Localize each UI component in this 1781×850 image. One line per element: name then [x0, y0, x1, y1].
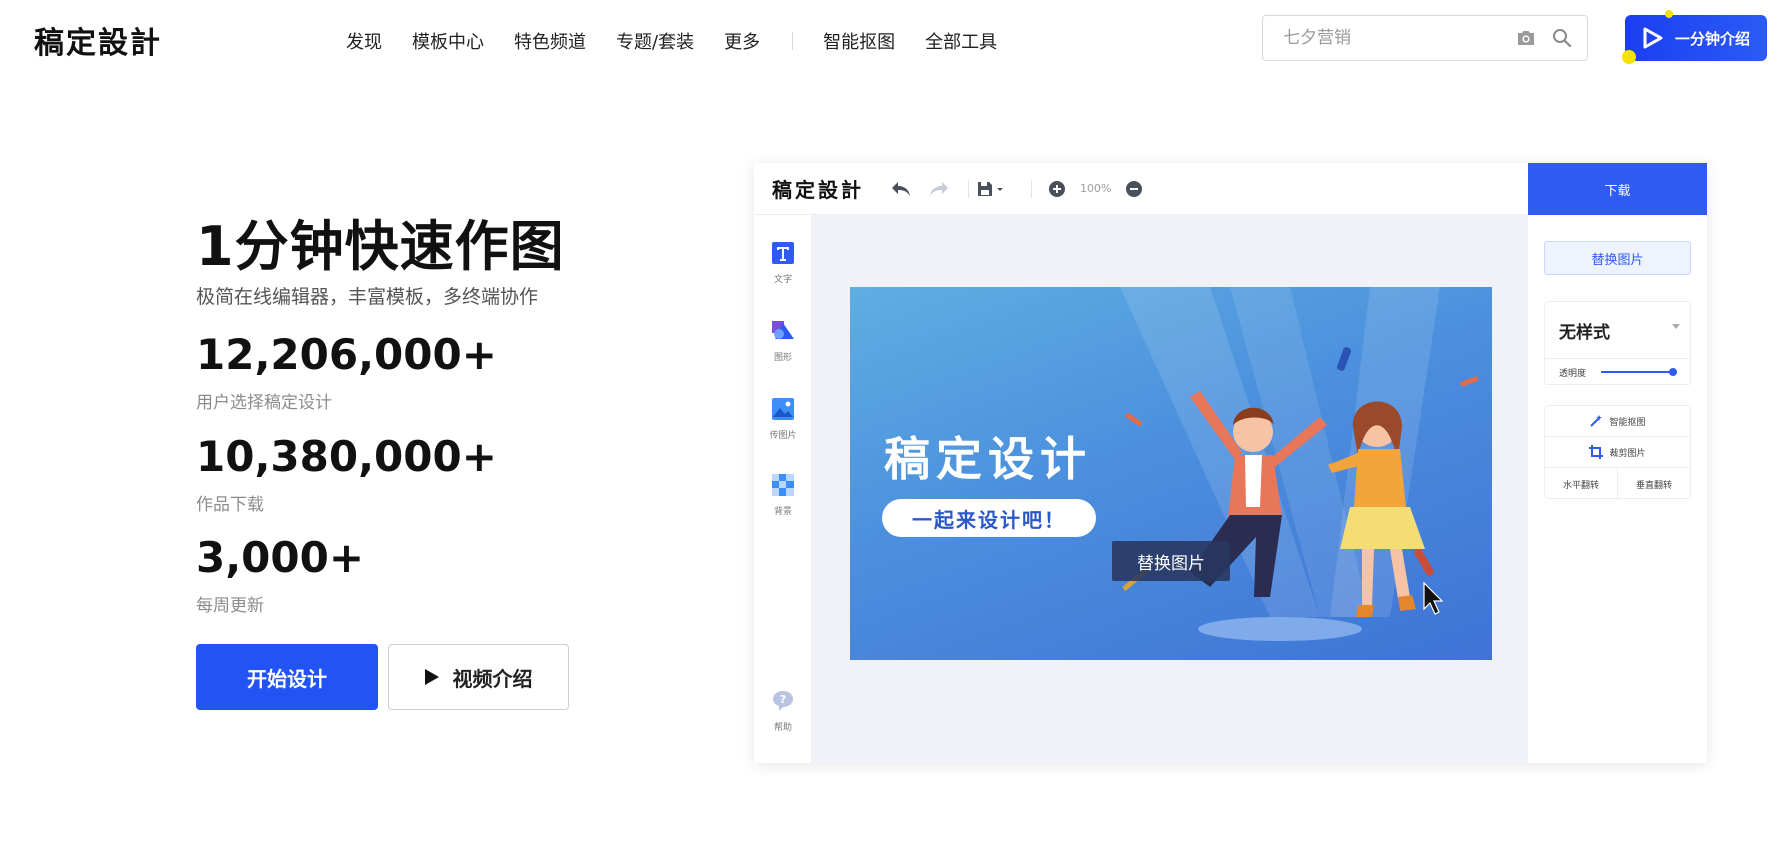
nav-item-templates[interactable]: 模板中心 — [412, 28, 484, 54]
crop-icon — [1589, 445, 1604, 459]
main-nav: 发现 模板中心 特色频道 专题/套装 更多 智能抠图 全部工具 — [346, 28, 1027, 54]
search-box — [1262, 15, 1588, 61]
sidebar-item-help[interactable]: ? 帮助 — [754, 689, 812, 733]
stat-label: 作品下载 — [196, 495, 264, 515]
crop-image-button[interactable]: 裁剪图片 — [1545, 437, 1690, 468]
sidebar-item-background[interactable]: 背景 — [754, 473, 812, 517]
stat-downloads: 10,380,000+ 作品下载 — [196, 432, 497, 516]
nav-item-all-tools[interactable]: 全部工具 — [925, 28, 997, 54]
nav-item-channels[interactable]: 特色频道 — [514, 28, 586, 54]
stat-weekly-updates: 3,000+ 每周更新 — [196, 533, 365, 617]
play-icon — [1643, 27, 1663, 49]
smart-cutout-button[interactable]: 智能抠图 — [1545, 406, 1690, 437]
editor-canvas[interactable]: 稿定设计 一起来设计吧！ 替换图片 — [812, 215, 1528, 763]
video-intro-button[interactable]: 视频介绍 — [388, 644, 569, 710]
undo-icon[interactable] — [888, 176, 914, 202]
nav-item-smart-cutout[interactable]: 智能抠图 — [823, 28, 895, 54]
opacity-slider[interactable] — [1601, 368, 1677, 376]
zoom-level: 100% — [1080, 182, 1112, 195]
hero-subtitle: 极简在线编辑器，丰富模板，多终端协作 — [196, 286, 539, 308]
banner-title[interactable]: 稿定设计 — [884, 423, 1092, 489]
editor-logo: 稿定設計 — [772, 178, 864, 202]
shapes-icon — [772, 321, 794, 339]
flip-controls: 水平翻转 垂直翻转 — [1545, 468, 1690, 500]
search-icon[interactable] — [1551, 27, 1573, 49]
intro-video-button[interactable]: 一分钟介绍 — [1625, 15, 1767, 61]
nav-item-more[interactable]: 更多 — [724, 28, 760, 54]
video-intro-label: 视频介绍 — [452, 666, 533, 691]
image-icon — [772, 398, 794, 420]
action-label: 智能抠图 — [1609, 417, 1646, 428]
editor-toolbar: 稿定設計 100% — [754, 163, 1528, 215]
toolbar-divider — [1031, 179, 1032, 198]
decor-dot-icon — [1622, 50, 1636, 64]
svg-text:?: ? — [780, 693, 786, 706]
editor-preview: 稿定設計 100% 下载 文字 图形 传图片 背景 ? 帮助 稿定设计 一起来设… — [754, 163, 1707, 763]
property-panel: 替换图片 无样式 透明度 智能抠图 裁剪图片 水平翻转 垂直翻转 — [1528, 215, 1707, 763]
opacity-slider-handle[interactable] — [1669, 368, 1677, 376]
stat-label: 每周更新 — [196, 596, 264, 616]
search-input[interactable] — [1283, 28, 1501, 48]
redo-icon[interactable] — [926, 176, 952, 202]
zoom-out-icon[interactable] — [1121, 176, 1147, 202]
flip-horizontal-button[interactable]: 水平翻转 — [1545, 468, 1617, 500]
replace-image-button[interactable]: 替换图片 — [1544, 241, 1691, 275]
sidebar-item-label: 图形 — [773, 353, 792, 363]
zoom-in-icon[interactable] — [1044, 176, 1070, 202]
nav-item-discover[interactable]: 发现 — [346, 28, 382, 54]
action-label: 裁剪图片 — [1609, 448, 1646, 459]
style-settings: 无样式 透明度 — [1544, 301, 1691, 385]
stat-users: 12,206,000+ 用户选择稿定设计 — [196, 330, 497, 414]
banner-slogan[interactable]: 一起来设计吧！ — [882, 499, 1096, 537]
style-select[interactable]: 无样式 — [1559, 318, 1610, 343]
sidebar-item-label: 传图片 — [769, 431, 797, 441]
nav-divider — [792, 32, 794, 50]
flip-vertical-button[interactable]: 垂直翻转 — [1617, 468, 1690, 500]
play-icon — [424, 669, 439, 685]
background-icon — [772, 474, 794, 496]
sidebar-item-shapes[interactable]: 图形 — [754, 319, 812, 363]
hero-title: 1分钟快速作图 — [196, 215, 565, 278]
design-banner[interactable]: 稿定设计 一起来设计吧！ 替换图片 — [850, 287, 1492, 660]
editor-sidebar: 文字 图形 传图片 背景 ? 帮助 — [754, 215, 812, 763]
nav-item-topics[interactable]: 专题/套装 — [616, 28, 694, 54]
start-design-button[interactable]: 开始设计 — [196, 644, 378, 710]
sidebar-item-label: 背景 — [773, 507, 792, 517]
stat-value: 3,000+ — [196, 533, 365, 582]
site-logo[interactable]: 稿定設計 — [34, 18, 162, 62]
replace-image-tooltip[interactable]: 替换图片 — [1112, 541, 1230, 581]
sidebar-item-upload[interactable]: 传图片 — [754, 397, 812, 441]
opacity-label: 透明度 — [1559, 369, 1587, 379]
sidebar-item-text[interactable]: 文字 — [754, 241, 812, 285]
text-icon — [772, 242, 794, 264]
sidebar-item-label: 帮助 — [773, 723, 792, 733]
magic-wand-icon — [1590, 415, 1603, 427]
help-icon: ? — [773, 691, 793, 711]
divider — [1545, 358, 1690, 359]
save-icon[interactable] — [975, 176, 1007, 202]
sidebar-item-label: 文字 — [773, 275, 792, 285]
decor-dot-icon — [1665, 10, 1673, 18]
stat-value: 12,206,000+ — [196, 330, 497, 379]
editor-download-button[interactable]: 下载 — [1528, 163, 1707, 215]
stat-value: 10,380,000+ — [196, 432, 497, 481]
toolbar-divider — [968, 179, 969, 198]
image-actions: 智能抠图 裁剪图片 水平翻转 垂直翻转 — [1544, 405, 1691, 500]
camera-icon[interactable] — [1515, 27, 1537, 49]
chevron-down-icon[interactable] — [1672, 324, 1680, 329]
intro-video-label: 一分钟介绍 — [1675, 29, 1751, 48]
stat-label: 用户选择稿定设计 — [196, 393, 332, 413]
